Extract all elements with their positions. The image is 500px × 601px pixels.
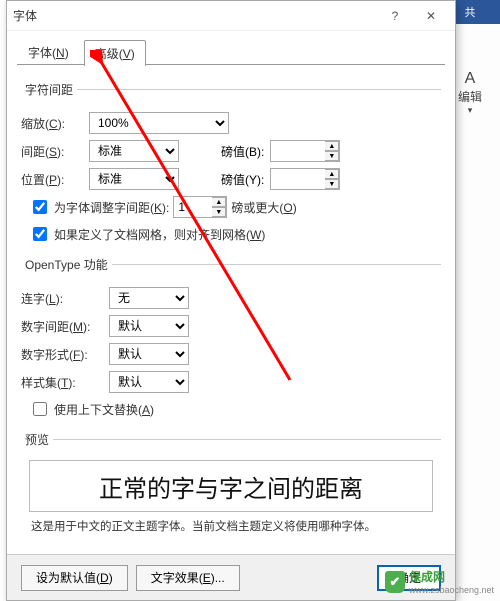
position-pt-spinner[interactable]: ▲▼ [270,168,340,190]
spin-down-icon[interactable]: ▼ [325,179,339,189]
help-button[interactable]: ? [377,2,413,30]
numform-select[interactable]: 默认 [109,343,189,365]
tab-font[interactable]: 字体(N) [17,39,80,65]
spacing-pt-spinner[interactable]: ▲▼ [270,140,340,162]
position-select[interactable]: 标准 [89,168,179,190]
spin-up-icon[interactable]: ▲ [325,141,339,151]
watermark: ✔ 保成网 www.zsbaocheng.net [385,568,494,595]
text-effects-button[interactable]: 文字效果(E)... [136,565,240,591]
label-scale: 缩放(C): [21,115,83,132]
label-numspacing: 数字间距(M): [21,318,103,335]
label-position-pt: 磅值(Y): [221,171,264,188]
font-dialog: 字体 ? ✕ 字体(N) 高级(V) 字符间距 缩放(C): 100% 间距(S… [6,0,456,601]
snapgrid-checkbox[interactable] [33,227,47,241]
label-spacing-pt: 磅值(B): [221,143,264,160]
tab-advanced[interactable]: 高级(V) [84,40,146,66]
label-context: 使用上下文替换(A) [54,401,154,418]
dialog-title: 字体 [13,7,377,24]
context-checkbox[interactable] [33,402,47,416]
numspacing-select[interactable]: 默认 [109,315,189,337]
label-snapgrid: 如果定义了文档网格，则对齐到网格(W) [54,226,265,243]
shield-icon: ✔ [385,571,405,593]
spin-down-icon[interactable]: ▼ [325,151,339,161]
label-ligature: 连字(L): [21,290,103,307]
legend-opentype: OpenType 功能 [21,256,112,273]
label-spacing: 间距(S): [21,143,83,160]
legend-spacing: 字符间距 [21,81,77,98]
set-default-button[interactable]: 设为默认值(D) [21,565,128,591]
spin-up-icon[interactable]: ▲ [212,197,226,207]
label-position: 位置(P): [21,171,83,188]
group-char-spacing: 字符间距 缩放(C): 100% 间距(S): 标准 磅值(B): ▲▼ [21,81,441,250]
label-styleset: 样式集(T): [21,374,103,391]
kerning-checkbox[interactable] [33,200,47,214]
group-preview: 预览 正常的字与字之间的距离 这是用于中文的正文主题字体。当前文档主题定义将使用… [21,431,441,540]
spacing-select[interactable]: 标准 [89,140,179,162]
scale-select[interactable]: 100% [89,112,229,134]
spin-up-icon[interactable]: ▲ [325,169,339,179]
label-numform: 数字形式(F): [21,346,103,363]
group-opentype: OpenType 功能 连字(L): 无 数字间距(M): 默认 数字形式(F)… [21,256,441,425]
label-kerning-suffix: 磅或更大(O) [231,199,296,216]
titlebar: 字体 ? ✕ [7,1,455,31]
close-button[interactable]: ✕ [413,2,449,30]
styleset-select[interactable]: 默认 [109,371,189,393]
preview-sample: 正常的字与字之间的距离 [29,460,433,512]
watermark-url: www.zsbaocheng.net [409,585,494,595]
watermark-text: 保成网 [409,568,494,585]
label-kerning: 为字体调整字间距(K): [54,199,169,216]
kerning-pt-spinner[interactable]: ▲▼ [173,196,227,218]
preview-note: 这是用于中文的正文主题字体。当前文档主题定义将使用哪种字体。 [31,518,431,534]
ligature-select[interactable]: 无 [109,287,189,309]
spin-down-icon[interactable]: ▼ [212,207,226,217]
legend-preview: 预览 [21,431,53,448]
